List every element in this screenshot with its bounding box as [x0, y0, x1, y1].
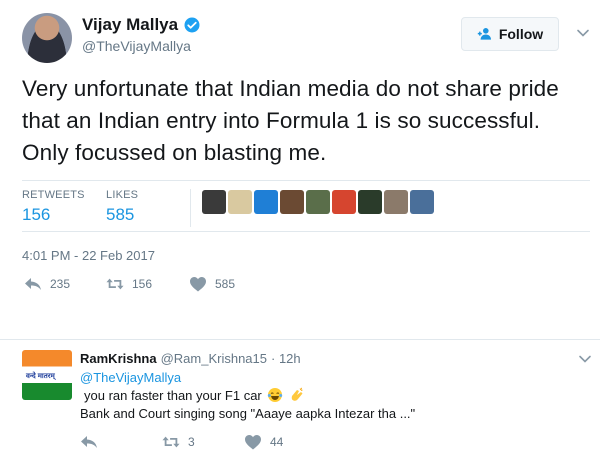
- reply-icon: [25, 278, 41, 290]
- clapping-hands-emoji: [291, 387, 303, 401]
- author-avatar[interactable]: [22, 13, 72, 63]
- reply-chevron-down-icon[interactable]: [578, 352, 592, 366]
- likes-stat[interactable]: LIKES 585: [106, 189, 138, 225]
- author-name[interactable]: Vijay Mallya: [82, 15, 178, 35]
- reply-like-count: 44: [270, 435, 284, 449]
- retweet-icon: [162, 436, 180, 448]
- liker-avatar[interactable]: [254, 190, 278, 214]
- chevron-down-icon[interactable]: [576, 26, 590, 40]
- liker-avatar[interactable]: [306, 190, 330, 214]
- liker-avatar[interactable]: [410, 190, 434, 214]
- reply-author-handle[interactable]: @Ram_Krishna15: [161, 351, 267, 366]
- author-name-row: Vijay Mallya: [82, 15, 201, 35]
- retweets-label: RETWEETS: [22, 189, 85, 201]
- likes-label: LIKES: [106, 189, 139, 201]
- tweet-text: Very unfortunate that Indian media do no…: [22, 76, 559, 165]
- reply-icon: [81, 436, 97, 448]
- reply-mention[interactable]: @TheVijayMallya: [80, 370, 181, 385]
- like-action[interactable]: 585: [189, 276, 235, 292]
- divider: [22, 180, 590, 181]
- reply-avatar-caption: वन्दे मातरम्: [26, 373, 55, 380]
- liker-avatar[interactable]: [384, 190, 408, 214]
- reply-line-2: Bank and Court singing song "Aaaye aapka…: [80, 406, 416, 421]
- likes-count: 585: [106, 205, 135, 224]
- tears-of-joy-emoji: [268, 388, 283, 402]
- reply-line-1: you ran faster than your F1 car: [84, 387, 305, 403]
- reply-header: RamKrishna @Ram_Krishna15 · 12h: [80, 351, 301, 366]
- retweets-count: 156: [22, 205, 51, 224]
- reply-divider: [0, 339, 600, 340]
- section-gap: [0, 326, 600, 340]
- reply-reply-action[interactable]: [80, 434, 98, 450]
- reply-avatar[interactable]: वन्दे मातरम्: [22, 350, 72, 400]
- reply-retweet-count: 3: [188, 435, 195, 449]
- liker-avatar[interactable]: [358, 190, 382, 214]
- reply-author-name[interactable]: RamKrishna: [80, 351, 157, 366]
- liker-avatar[interactable]: [332, 190, 356, 214]
- reply-count: 235: [50, 277, 71, 291]
- author-handle[interactable]: @TheVijayMallya: [82, 38, 191, 54]
- tweet-timestamp[interactable]: 4:01 PM - 22 Feb 2017: [22, 248, 155, 263]
- retweet-icon: [106, 278, 124, 290]
- retweet-count: 156: [132, 277, 153, 291]
- follow-label: Follow: [498, 26, 544, 42]
- reply-action[interactable]: 235: [24, 276, 70, 292]
- follow-person-icon: [477, 28, 491, 40]
- liker-avatar[interactable]: [228, 190, 252, 214]
- reply-time[interactable]: · 12h: [271, 351, 301, 366]
- retweet-action[interactable]: 156: [106, 276, 152, 292]
- like-count: 585: [215, 277, 236, 291]
- retweets-stat[interactable]: RETWEETS 156: [22, 189, 85, 225]
- verified-icon: [184, 17, 200, 33]
- reply-like-action[interactable]: 44: [244, 434, 283, 450]
- liker-avatars: [202, 190, 434, 214]
- divider: [22, 231, 590, 232]
- liker-avatar[interactable]: [202, 190, 226, 214]
- stats-separator: [190, 189, 191, 227]
- follow-button[interactable]: Follow: [461, 17, 559, 51]
- reply-retweet-action[interactable]: 3: [162, 434, 195, 450]
- liker-avatar[interactable]: [280, 190, 304, 214]
- heart-icon: [190, 277, 206, 292]
- heart-icon: [245, 435, 261, 450]
- reply-line-1-text: you ran faster than your F1 car: [84, 388, 262, 403]
